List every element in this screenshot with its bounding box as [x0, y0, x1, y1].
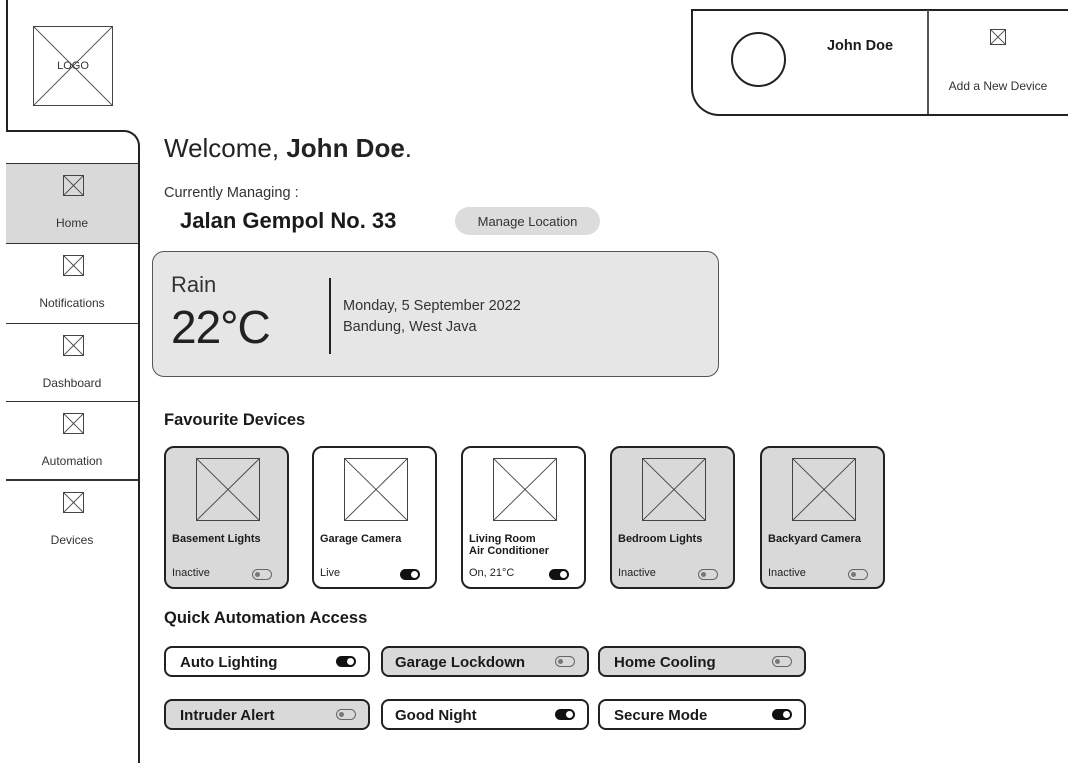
automation-label: Good Night — [395, 707, 477, 724]
automation-label: Home Cooling — [614, 654, 716, 671]
device-name: Bedroom Lights — [618, 533, 703, 545]
device-image — [344, 458, 408, 521]
automation-good-night[interactable]: Good Night — [381, 699, 589, 730]
logo: LOGO — [33, 26, 113, 106]
weather-card: Rain 22°C Monday, 5 September 2022 Bandu… — [152, 251, 719, 377]
sidebar-item-notifications[interactable]: Notifications — [6, 243, 138, 323]
automation-label: Intruder Alert — [180, 707, 275, 724]
device-status: On, 21°C — [469, 567, 515, 579]
device-card-backyard-camera[interactable]: Backyard Camera Inactive — [760, 446, 885, 589]
automation-home-cooling[interactable]: Home Cooling — [598, 646, 806, 677]
weather-divider — [329, 278, 331, 354]
add-device-icon — [990, 29, 1006, 45]
device-toggle[interactable] — [848, 569, 868, 580]
avatar[interactable] — [731, 32, 786, 87]
automation-garage-lockdown[interactable]: Garage Lockdown — [381, 646, 589, 677]
sidebar-item-automation[interactable]: Automation — [6, 401, 138, 481]
automation-label: Garage Lockdown — [395, 654, 526, 671]
device-name: Garage Camera — [320, 533, 402, 545]
welcome-prefix: Welcome, — [164, 133, 287, 163]
device-toggle[interactable] — [252, 569, 272, 580]
user-name[interactable]: John Doe — [800, 38, 920, 54]
home-icon — [63, 175, 84, 196]
device-name: Living Room Air Conditioner — [469, 533, 550, 557]
device-name: Basement Lights — [172, 533, 261, 545]
sidebar-item-label: Dashboard — [42, 376, 102, 390]
logo-text: LOGO — [57, 60, 89, 72]
weather-temperature: 22°C — [171, 301, 271, 353]
device-image — [642, 458, 706, 521]
automation-intruder-alert[interactable]: Intruder Alert — [164, 699, 370, 730]
automation-icon — [63, 413, 84, 434]
notifications-icon — [63, 255, 84, 276]
device-name: Backyard Camera — [768, 533, 861, 545]
location-name: Jalan Gempol No. 33 — [180, 208, 397, 233]
device-card-basement-lights[interactable]: Basement Lights Inactive — [164, 446, 289, 589]
welcome-name: John Doe — [286, 133, 405, 163]
automation-toggle[interactable] — [555, 709, 575, 720]
device-toggle[interactable] — [400, 569, 420, 580]
weather-location: Bandung, West Java — [343, 319, 477, 335]
device-image — [196, 458, 260, 521]
device-image — [493, 458, 557, 521]
automation-toggle[interactable] — [772, 656, 792, 667]
sidebar-item-label: Automation — [41, 454, 103, 468]
manage-location-button[interactable]: Manage Location — [455, 207, 600, 235]
dashboard-icon — [63, 335, 84, 356]
sidebar-item-label: Notifications — [39, 296, 105, 310]
sidebar-item-label: Devices — [50, 533, 94, 547]
device-image — [792, 458, 856, 521]
sidebar-item-devices[interactable]: Devices — [6, 479, 138, 559]
quick-automation-heading: Quick Automation Access — [164, 609, 368, 627]
sidebar-item-home[interactable]: Home — [6, 163, 138, 243]
add-device-label: Add a New Device — [948, 79, 1048, 93]
add-device-button[interactable]: Add a New Device — [928, 10, 1068, 114]
sidebar-item-dashboard[interactable]: Dashboard — [6, 323, 138, 403]
managing-label: Currently Managing : — [164, 185, 299, 201]
weather-condition: Rain — [171, 272, 217, 297]
automation-label: Auto Lighting — [180, 654, 278, 671]
welcome-suffix: . — [404, 133, 413, 163]
device-status: Live — [320, 567, 341, 579]
automation-secure-mode[interactable]: Secure Mode — [598, 699, 806, 730]
sidebar-item-label: Home — [55, 216, 88, 230]
automation-auto-lighting[interactable]: Auto Lighting — [164, 646, 370, 677]
welcome-heading: Welcome, John Doe. — [164, 133, 412, 164]
devices-icon — [63, 492, 84, 513]
favourite-devices-heading: Favourite Devices — [164, 411, 306, 429]
device-toggle[interactable] — [549, 569, 569, 580]
device-status: Inactive — [618, 567, 656, 579]
device-card-garage-camera[interactable]: Garage Camera Live — [312, 446, 437, 589]
automation-toggle[interactable] — [336, 656, 356, 667]
device-card-living-room-ac[interactable]: Living Room Air Conditioner On, 21°C — [461, 446, 586, 589]
device-status: Inactive — [768, 567, 806, 579]
automation-toggle[interactable] — [336, 709, 356, 720]
automation-label: Secure Mode — [614, 707, 708, 724]
weather-date: Monday, 5 September 2022 — [343, 298, 521, 314]
automation-toggle[interactable] — [555, 656, 575, 667]
device-card-bedroom-lights[interactable]: Bedroom Lights Inactive — [610, 446, 735, 589]
device-status: Inactive — [172, 567, 210, 579]
device-toggle[interactable] — [698, 569, 718, 580]
automation-toggle[interactable] — [772, 709, 792, 720]
